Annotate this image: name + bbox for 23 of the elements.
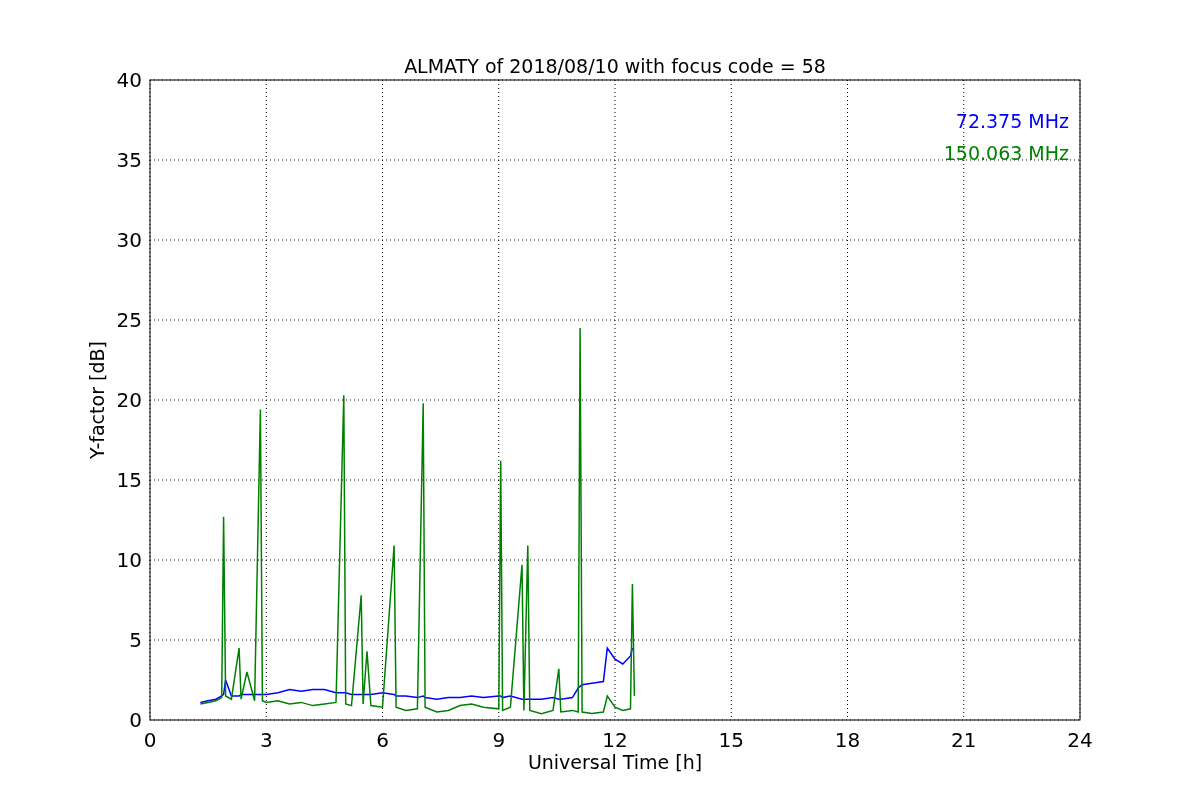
chart-title: ALMATY of 2018/08/10 with focus code = 58	[404, 55, 826, 77]
y-tick-label: 35	[116, 148, 142, 172]
y-tick-label: 10	[116, 548, 142, 572]
y-tick-label: 25	[116, 308, 142, 332]
x-tick-label: 15	[718, 728, 744, 752]
y-tick-label: 20	[116, 388, 142, 412]
x-tick-label: 21	[951, 728, 977, 752]
x-tick-label: 24	[1067, 728, 1093, 752]
legend-label: 150.063 MHz	[943, 142, 1069, 164]
x-tick-label: 12	[602, 728, 628, 752]
x-tick-label: 3	[259, 728, 273, 752]
y-tick-label: 0	[129, 708, 142, 732]
y-tick-label: 30	[116, 228, 142, 252]
x-axis-label: Universal Time [h]	[527, 751, 703, 773]
y-axis-label: Y-factor [dB]	[86, 341, 108, 459]
x-tick-label: 6	[376, 728, 389, 752]
x-tick-label: 18	[834, 728, 861, 752]
legend-label: 72.375 MHz	[955, 110, 1069, 132]
y-tick-label: 40	[116, 68, 142, 92]
x-tick-label: 9	[492, 728, 506, 752]
y-tick-label: 5	[129, 628, 142, 652]
y-tick-label: 15	[116, 468, 142, 492]
x-tick-label: 0	[143, 728, 157, 752]
